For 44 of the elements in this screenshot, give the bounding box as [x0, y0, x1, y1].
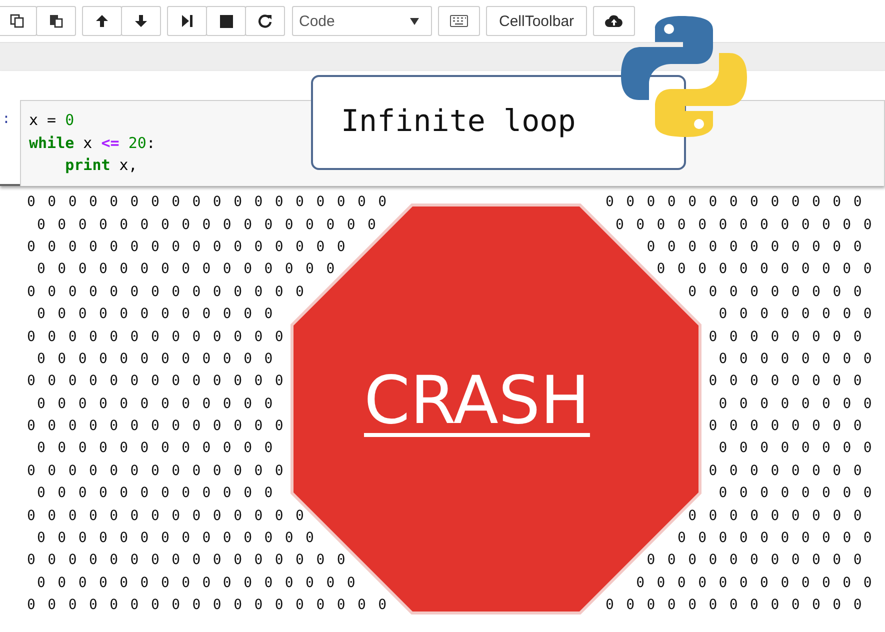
code-line: x = 0 — [29, 110, 74, 131]
output-text: 0 0 0 0 0 0 0 0 0 0 0 0 0 — [605, 597, 864, 614]
output-text: 0 0 0 0 0 0 0 0 0 0 0 0 0 0 0 0 0 — [37, 216, 378, 233]
output-text: 0 0 0 0 0 0 0 0 0 0 0 0 0 0 0 — [37, 261, 337, 278]
output-text: 0 0 0 0 0 0 0 0 — [708, 418, 864, 434]
output-text: 0 0 0 0 0 0 0 0 0 0 0 0 — [37, 440, 275, 456]
output-text: 0 0 0 0 0 0 0 0 0 0 0 — [646, 238, 864, 255]
output-text: 0 0 0 0 0 0 0 0 0 0 0 — [646, 552, 864, 568]
output-text: 0 0 0 0 0 0 0 0 — [718, 440, 874, 456]
crash-label: CRASH — [364, 363, 590, 439]
output-text: 0 0 0 0 0 0 0 0 0 0 0 0 0 — [605, 194, 864, 210]
output-text: 0 0 0 0 0 0 0 0 0 0 0 0 0 0 0 0 — [27, 238, 348, 255]
output-text: 0 0 0 0 0 0 0 0 0 0 0 0 — [37, 485, 275, 502]
output-text: 0 0 0 0 0 0 0 0 0 0 0 0 0 0 0 0 0 0 — [27, 597, 389, 614]
output-text: 0 0 0 0 0 0 0 0 — [718, 350, 874, 367]
code-line: print x, — [64, 155, 138, 176]
output-text: 0 0 0 0 0 0 0 0 — [718, 485, 874, 502]
code-line: while x <= 20: — [29, 132, 156, 154]
output-text: 0 0 0 0 0 0 0 0 0 0 0 0 0 0 0 0 — [37, 574, 358, 591]
output-text: 0 0 0 0 0 0 0 0 — [708, 328, 864, 345]
output-text: 0 0 0 0 0 0 0 0 0 0 0 — [656, 261, 874, 278]
output-text: 0 0 0 0 0 0 0 0 0 0 0 0 0 0 — [37, 530, 316, 546]
callout-text: Infinite loop — [341, 104, 576, 139]
output-text: 0 0 0 0 0 0 0 0 — [708, 462, 864, 479]
output-text: 0 0 0 0 0 0 0 0 — [718, 306, 874, 322]
output-text: 0 0 0 0 0 0 0 0 0 0 0 0 0 — [27, 418, 286, 434]
cell-prompt: : — [1, 110, 12, 127]
output-text: 0 0 0 0 0 0 0 0 0 0 0 0 0 — [615, 216, 874, 233]
output-text: 0 0 0 0 0 0 0 0 0 — [688, 284, 864, 300]
output-text: 0 0 0 0 0 0 0 0 0 0 0 0 — [37, 306, 275, 322]
output-text: 0 0 0 0 0 0 0 0 0 0 0 0 0 0 — [27, 284, 306, 300]
output-text: 0 0 0 0 0 0 0 0 0 0 0 0 0 — [27, 328, 286, 345]
output-text: 0 0 0 0 0 0 0 0 0 0 0 0 0 0 0 0 0 0 — [27, 194, 389, 210]
output-text: 0 0 0 0 0 0 0 0 — [708, 373, 864, 390]
output-text: 0 0 0 0 0 0 0 0 0 0 0 0 0 — [27, 462, 286, 479]
output-text: 0 0 0 0 0 0 0 0 0 0 0 0 — [37, 350, 275, 367]
output-text: 0 0 0 0 0 0 0 0 0 0 — [677, 530, 874, 546]
output-text: 0 0 0 0 0 0 0 0 0 0 0 0 — [37, 396, 275, 412]
output-text: 0 0 0 0 0 0 0 0 0 0 0 0 0 — [27, 373, 286, 390]
output-text: 0 0 0 0 0 0 0 0 0 — [688, 508, 864, 524]
output-text: 0 0 0 0 0 0 0 0 0 0 0 0 — [636, 574, 874, 591]
output-text: 0 0 0 0 0 0 0 0 — [718, 396, 874, 412]
output-text: 0 0 0 0 0 0 0 0 0 0 0 0 0 0 0 0 — [27, 552, 348, 568]
output-text: 0 0 0 0 0 0 0 0 0 0 0 0 0 0 — [27, 508, 306, 524]
